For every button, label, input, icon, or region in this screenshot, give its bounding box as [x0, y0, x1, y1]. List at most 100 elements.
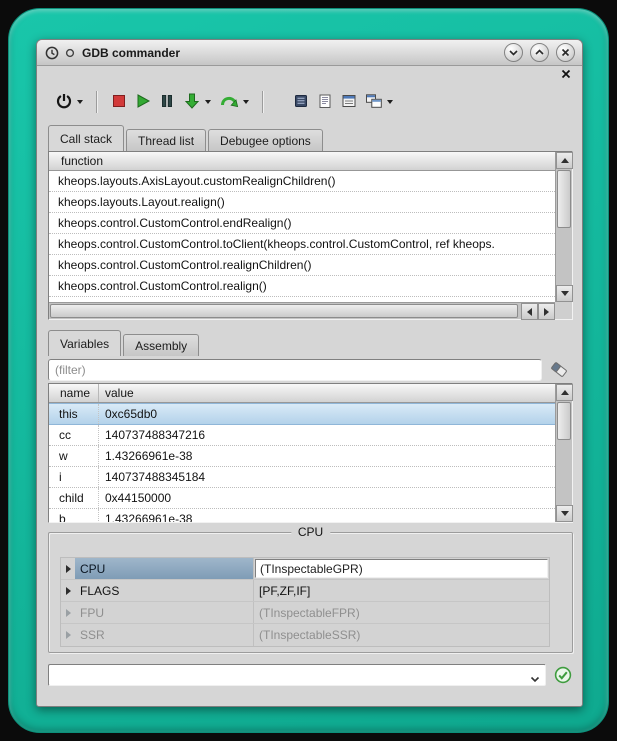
variable-value: 1.43266961e-38 [99, 446, 192, 466]
variables-vertical-scrollbar[interactable] [555, 384, 572, 522]
app-icon[interactable] [44, 45, 60, 61]
scroll-left-button[interactable] [521, 303, 538, 320]
variable-name: this [49, 404, 99, 424]
pause-icon [159, 93, 175, 112]
gdb-commander-window: GDB commander [36, 39, 583, 707]
variable-name: i [49, 467, 99, 487]
expand-arrow-icon[interactable] [61, 558, 75, 579]
callstack-vertical-scrollbar[interactable] [555, 152, 572, 302]
variable-value: 140737488347216 [99, 425, 205, 445]
callstack-column-header[interactable]: function [49, 152, 555, 171]
callstack-row[interactable]: kheops.control.CustomControl.endRealign(… [49, 213, 555, 234]
tab-variables[interactable]: Variables [48, 330, 121, 356]
scrollbar-thumb[interactable] [557, 402, 571, 440]
scrollbar-thumb[interactable] [557, 170, 571, 228]
variables-column-header[interactable]: name value [49, 384, 555, 403]
cpu-row[interactable]: CPU (TInspectableGPR) [61, 558, 549, 580]
power-button[interactable] [51, 88, 87, 116]
register-group-value[interactable]: (TInspectableFPR) [254, 602, 549, 623]
variable-row[interactable]: this 0xc65db0 [49, 403, 555, 425]
variable-value: 140737488345184 [99, 467, 205, 487]
variable-name: w [49, 446, 99, 466]
scrollbar-corner [555, 302, 572, 319]
variables-filter-row [48, 359, 573, 381]
debug-toolbar [37, 84, 582, 120]
callstack-row[interactable]: kheops.control.CustomControl.realignChil… [49, 255, 555, 276]
cpu-groupbox: CPU CPU (TInspectableGPR) FLAGS [PF,ZF,I… [48, 532, 573, 653]
window-controls [504, 43, 575, 62]
arrow-up-icon [561, 158, 569, 163]
breakpoints-window-button[interactable] [337, 88, 361, 116]
scroll-up-button[interactable] [556, 152, 573, 169]
name-column-label: name [49, 384, 99, 402]
expand-arrow-icon[interactable] [61, 602, 75, 623]
close-button[interactable] [556, 43, 575, 62]
cpu-row[interactable]: FLAGS [PF,ZF,IF] [61, 580, 549, 602]
dock-header [37, 66, 582, 82]
callstack-row[interactable]: kheops.control.CustomControl.realign() [49, 276, 555, 297]
register-group-name[interactable]: CPU [75, 558, 254, 579]
cpu-register-table: CPU (TInspectableGPR) FLAGS [PF,ZF,IF] F… [60, 557, 550, 647]
variable-name: cc [49, 425, 99, 445]
titlebar[interactable]: GDB commander [37, 40, 582, 66]
scrollbar-thumb[interactable] [50, 304, 518, 318]
callstack-row[interactable]: kheops.control.CustomControl.toClient(kh… [49, 234, 555, 255]
run-button[interactable] [131, 88, 155, 116]
stop-button[interactable] [107, 88, 131, 116]
dock-close-icon[interactable] [560, 68, 572, 80]
callstack-horizontal-scrollbar[interactable] [49, 302, 555, 319]
cpu-row[interactable]: SSR (TInspectableSSR) [61, 624, 549, 646]
callstack-row[interactable]: kheops.layouts.AxisLayout.customRealignC… [49, 171, 555, 192]
step-into-button[interactable] [179, 88, 215, 116]
expand-arrow-icon[interactable] [61, 624, 75, 646]
variable-row[interactable]: cc 140737488347216 [49, 425, 555, 446]
combo-dropdown-icon[interactable] [530, 672, 540, 686]
pause-button[interactable] [155, 88, 179, 116]
register-group-value[interactable]: (TInspectableSSR) [254, 624, 549, 646]
variables-table: name value this 0xc65db0 cc 140737488347… [48, 383, 573, 523]
register-group-name[interactable]: FLAGS [75, 580, 254, 601]
scroll-right-button[interactable] [538, 303, 555, 320]
tab-assembly[interactable]: Assembly [123, 334, 199, 356]
scroll-down-button[interactable] [556, 285, 573, 302]
cpu-row[interactable]: FPU (TInspectableFPR) [61, 602, 549, 624]
scroll-up-button[interactable] [556, 384, 573, 401]
arrow-up-icon [561, 390, 569, 395]
inspect-window-button[interactable] [361, 88, 397, 116]
expand-arrow-icon[interactable] [61, 580, 75, 601]
register-group-name[interactable]: SSR [75, 624, 254, 646]
variable-row[interactable]: i 140737488345184 [49, 467, 555, 488]
tab-thread-list[interactable]: Thread list [126, 129, 206, 151]
clear-filter-icon[interactable] [549, 361, 571, 379]
variable-row[interactable]: w 1.43266961e-38 [49, 446, 555, 467]
command-combobox[interactable] [48, 664, 546, 686]
disassembly-button[interactable] [289, 88, 313, 116]
variables-list: name value this 0xc65db0 cc 140737488347… [49, 384, 555, 522]
arrow-left-icon [527, 308, 532, 316]
variables-tabbar: Variables Assembly [48, 330, 201, 356]
variable-row[interactable]: b 1.43266961e-38 [49, 509, 555, 522]
command-input[interactable] [50, 666, 527, 684]
document-icon [317, 93, 333, 112]
variable-row[interactable]: child 0x44150000 [49, 488, 555, 509]
stop-icon [111, 93, 127, 112]
minimize-button[interactable] [504, 43, 523, 62]
register-group-value[interactable]: [PF,ZF,IF] [254, 580, 549, 601]
tab-debugee-options[interactable]: Debugee options [208, 129, 323, 151]
filter-input[interactable] [48, 359, 542, 381]
sticky-icon[interactable] [65, 48, 75, 58]
register-group-name[interactable]: FPU [75, 602, 254, 623]
document-button[interactable] [313, 88, 337, 116]
callstack-row[interactable]: kheops.layouts.Layout.realign() [49, 192, 555, 213]
command-bar [48, 663, 573, 687]
scroll-down-button[interactable] [556, 505, 573, 522]
maximize-button[interactable] [530, 43, 549, 62]
power-icon [55, 92, 73, 113]
step-over-menu-arrow-icon [243, 100, 249, 104]
confirm-button[interactable] [553, 665, 573, 685]
tab-call-stack[interactable]: Call stack [48, 125, 124, 151]
register-group-value[interactable]: (TInspectableGPR) [255, 559, 548, 578]
step-into-icon [183, 92, 201, 113]
step-over-button[interactable] [215, 88, 253, 116]
arrow-right-icon [544, 308, 549, 316]
